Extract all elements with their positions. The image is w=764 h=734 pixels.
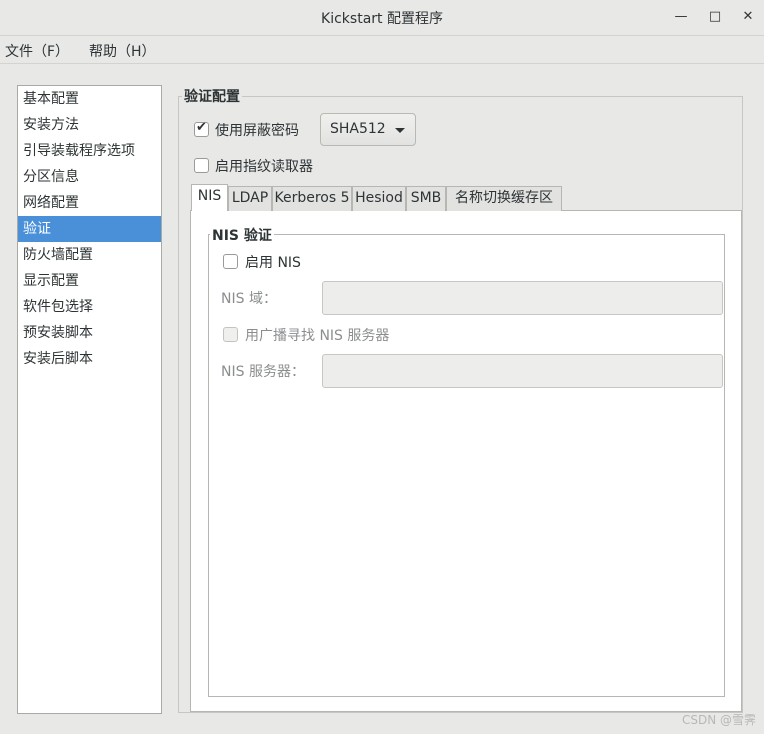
menu-help[interactable]: 帮助（H）	[89, 41, 156, 61]
sidebar-item-basic[interactable]: 基本配置	[18, 86, 161, 112]
fingerprint-checkbox[interactable]	[194, 158, 209, 173]
menu-file[interactable]: 文件（F）	[5, 41, 69, 61]
window-title: Kickstart 配置程序	[321, 11, 443, 27]
section-title: 验证配置	[182, 86, 242, 106]
shadow-password-label: 使用屏蔽密码	[215, 123, 299, 139]
nis-server-input[interactable]	[322, 354, 723, 388]
sidebar-item-authentication[interactable]: 验证	[18, 216, 161, 242]
nis-domain-input[interactable]	[322, 281, 723, 315]
shadow-password-checkbox[interactable]	[194, 120, 209, 137]
sidebar-item-partition[interactable]: 分区信息	[18, 164, 161, 190]
sidebar: 基本配置 安装方法 引导装载程序选项 分区信息 网络配置 验证 防火墙配置 显示…	[17, 85, 162, 714]
menu-bar: 文件（F） 帮助（H）	[0, 36, 764, 64]
tab-nis[interactable]: NIS	[191, 184, 228, 211]
enable-nis-checkbox[interactable]	[223, 254, 238, 269]
tab-name-switch-cache[interactable]: 名称切换缓存区	[446, 186, 562, 211]
close-icon[interactable]: ✕	[739, 8, 757, 26]
minimize-icon[interactable]: —	[672, 8, 690, 26]
sidebar-item-network[interactable]: 网络配置	[18, 190, 161, 216]
sidebar-item-display[interactable]: 显示配置	[18, 268, 161, 294]
nis-server-label: NIS 服务器：	[221, 364, 305, 380]
tab-hesiod[interactable]: Hesiod	[352, 186, 406, 211]
broadcast-label: 用广播寻找 NIS 服务器	[245, 328, 390, 344]
chevron-down-icon	[395, 128, 405, 133]
sidebar-item-bootloader[interactable]: 引导装载程序选项	[18, 138, 161, 164]
hash-algorithm-dropdown[interactable]: SHA512	[320, 113, 416, 146]
nis-frame-title: NIS 验证	[210, 225, 274, 245]
nis-domain-label: NIS 域：	[221, 291, 277, 307]
title-bar: Kickstart 配置程序 — □ ✕	[0, 0, 764, 36]
broadcast-checkbox[interactable]	[223, 327, 238, 342]
fingerprint-label: 启用指纹读取器	[215, 159, 313, 175]
sidebar-item-packages[interactable]: 软件包选择	[18, 294, 161, 320]
sidebar-item-firewall[interactable]: 防火墙配置	[18, 242, 161, 268]
watermark: CSDN @雪霁	[681, 713, 756, 727]
sidebar-item-install-method[interactable]: 安装方法	[18, 112, 161, 138]
sidebar-item-pre-script[interactable]: 预安装脚本	[18, 320, 161, 346]
tab-smb[interactable]: SMB	[406, 186, 446, 211]
hash-algorithm-value: SHA512	[330, 121, 386, 137]
tab-kerberos[interactable]: Kerberos 5	[272, 186, 352, 211]
tab-ldap[interactable]: LDAP	[228, 186, 272, 211]
maximize-icon[interactable]: □	[706, 8, 724, 26]
sidebar-item-post-script[interactable]: 安装后脚本	[18, 346, 161, 372]
enable-nis-label: 启用 NIS	[245, 255, 301, 271]
